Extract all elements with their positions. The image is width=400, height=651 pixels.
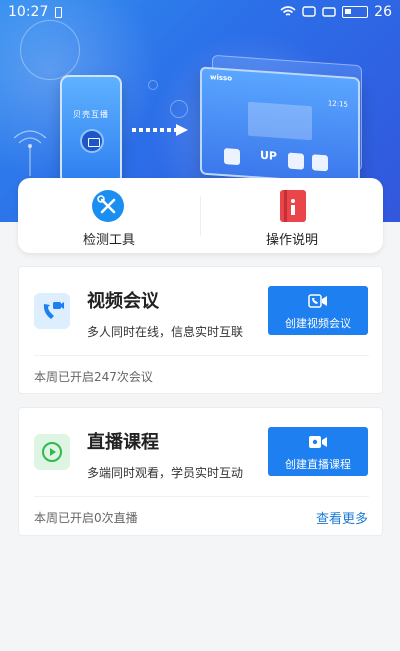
meeting-card: 视频会议 多人同时在线，信息实时互联 创建视频会议 本周已开启247次会议: [18, 266, 383, 394]
deco-circle: [148, 80, 158, 90]
tablet-tile-label: UP: [260, 148, 277, 163]
create-meeting-button[interactable]: 创建视频会议: [268, 286, 368, 335]
transfer-arrow-icon: [132, 124, 190, 136]
manual-button[interactable]: 操作说明: [201, 178, 383, 253]
create-live-button[interactable]: 创建直播课程: [268, 427, 368, 476]
card-divider: [34, 355, 369, 356]
create-live-label: 创建直播课程: [285, 458, 351, 471]
sim-icon: [55, 7, 62, 18]
deco-circle: [20, 20, 80, 80]
detect-tool-label: 检测工具: [82, 233, 135, 248]
status-right: 26: [280, 4, 392, 20]
battery-icon: [342, 6, 369, 18]
detect-tool-button[interactable]: 检测工具: [18, 178, 200, 253]
phone-title: 贝壳互播: [73, 110, 109, 119]
phone-illustration: 贝壳互播: [60, 75, 122, 185]
view-more-link[interactable]: 查看更多: [316, 508, 368, 527]
video-camera-icon: [309, 436, 327, 448]
status-time: 10:27: [8, 4, 49, 20]
folder-icon: [80, 129, 104, 153]
tablet-panel: [248, 101, 312, 141]
signal-deco-icon: [13, 130, 47, 176]
notification-icon: [322, 7, 336, 17]
status-bar: 10:27 26: [0, 0, 400, 26]
phone-video-icon: [34, 293, 70, 329]
wrench-screwdriver-icon: [92, 190, 124, 222]
live-title: 直播课程: [87, 432, 159, 453]
live-course-card: 直播课程 多端同时观看，学员实时互动 创建直播课程 本周已开启0次直播 查看更多: [18, 407, 383, 536]
play-circle-icon: [34, 434, 70, 470]
battery-level: 26: [374, 4, 392, 20]
live-stat: 本周已开启0次直播: [34, 511, 138, 525]
tablet-clock: 12:15: [327, 99, 348, 109]
meeting-title: 视频会议: [87, 291, 159, 312]
deco-circle: [170, 100, 188, 118]
card-divider: [34, 496, 369, 497]
create-meeting-label: 创建视频会议: [285, 317, 351, 330]
tablet-tile: [312, 154, 328, 172]
message-icon: [302, 6, 316, 17]
manual-label: 操作说明: [265, 233, 318, 248]
tablet-tile: [224, 148, 240, 166]
meeting-description: 多人同时在线，信息实时互联: [87, 325, 244, 339]
video-call-icon: [308, 294, 327, 308]
live-description: 多端同时观看，学员实时互动: [87, 466, 244, 480]
tools-card: 检测工具 操作说明: [18, 178, 383, 253]
tablet-tile: [288, 152, 304, 170]
wifi-icon: [280, 6, 296, 16]
tablet-illustration: wisso 12:15 UP: [200, 66, 360, 186]
tablet-brand: wisso: [210, 73, 233, 83]
manual-book-icon: [280, 190, 306, 222]
meeting-stat: 本周已开启247次会议: [34, 370, 153, 384]
